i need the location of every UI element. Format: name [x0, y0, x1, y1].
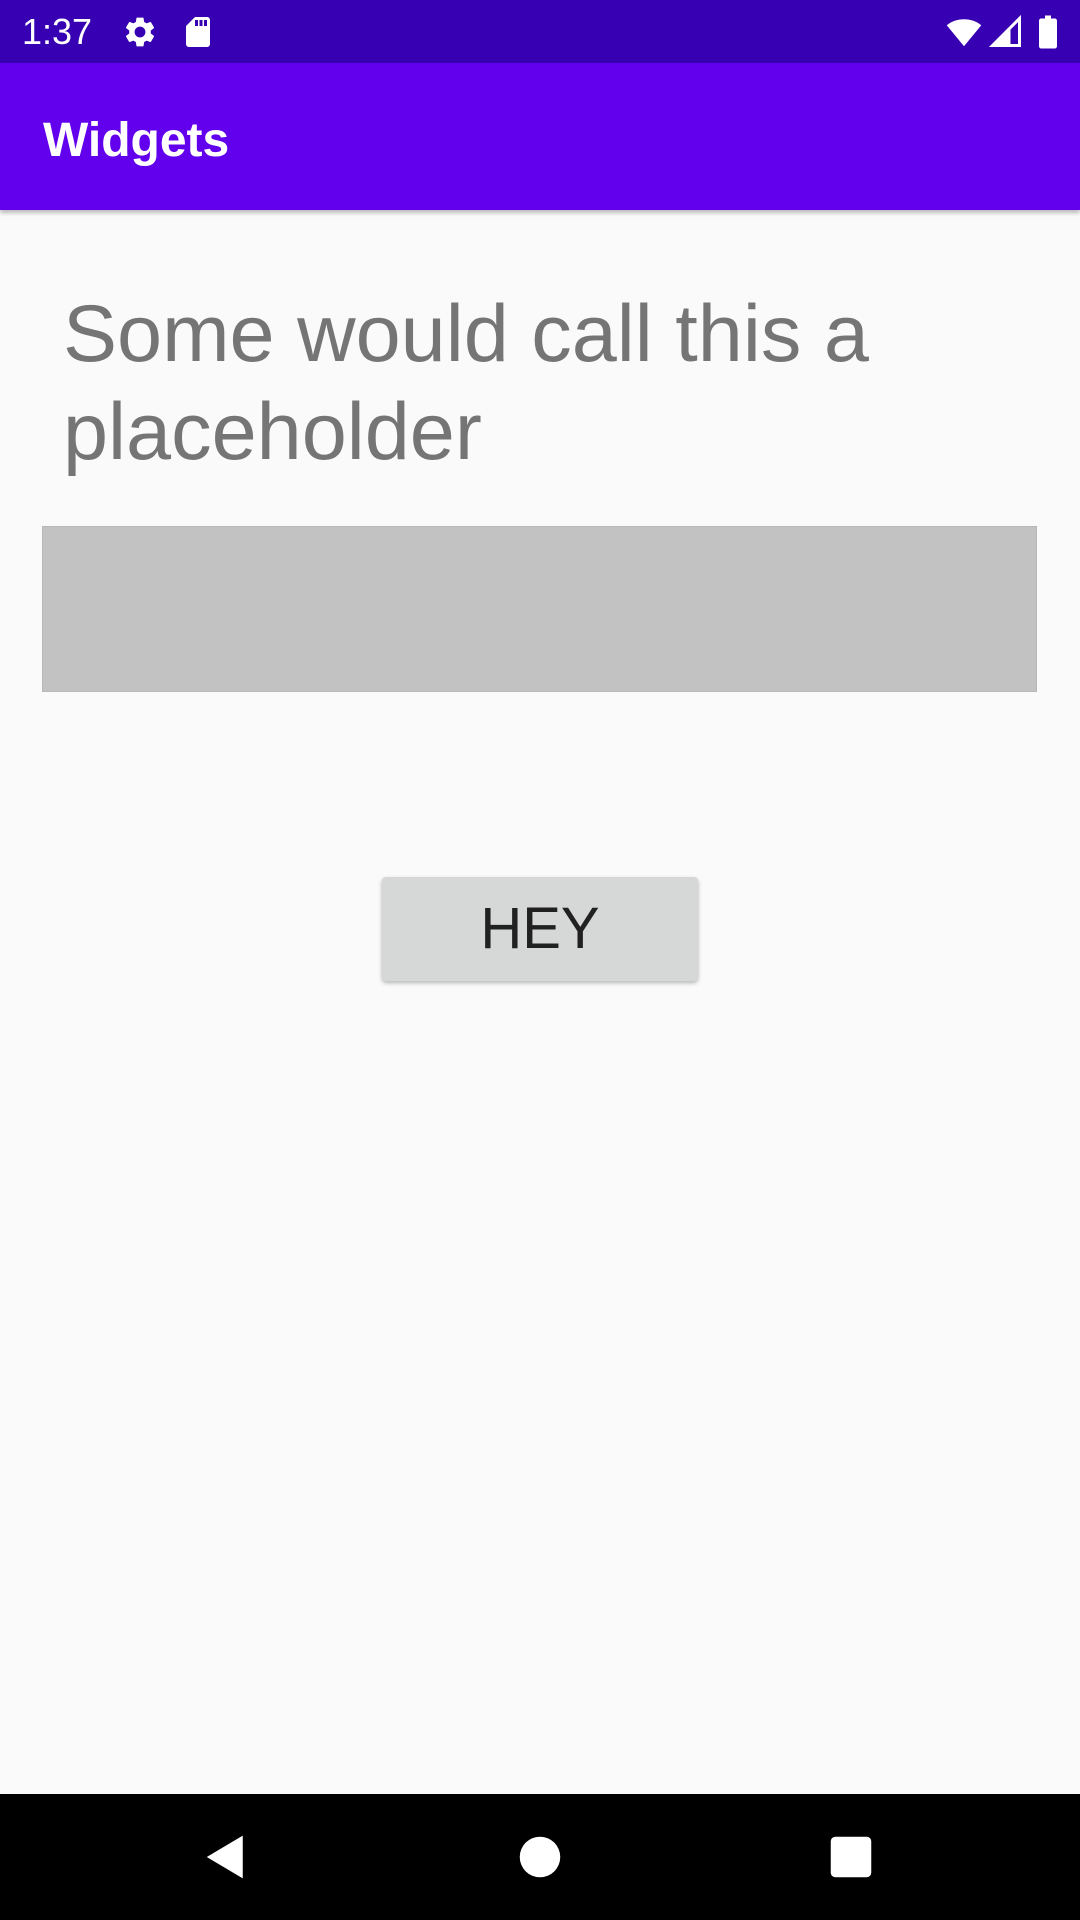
wifi-icon	[944, 14, 984, 50]
screen: 1:37 Widgets Some would call this a plac…	[0, 0, 1080, 1920]
app-bar: Widgets	[0, 63, 1080, 210]
gear-icon	[122, 14, 158, 50]
battery-icon	[1036, 14, 1060, 50]
home-icon[interactable]	[513, 1830, 567, 1884]
status-bar: 1:37	[0, 0, 1080, 63]
headline-text: Some would call this a placeholder	[63, 289, 869, 477]
signal-icon	[988, 14, 1024, 50]
back-icon[interactable]	[200, 1830, 254, 1884]
hey-button[interactable]: HEY	[382, 877, 698, 981]
placeholder-box	[42, 526, 1037, 692]
status-time: 1:37	[22, 11, 93, 52]
sd-card-icon	[180, 14, 216, 50]
recents-icon[interactable]	[824, 1830, 878, 1884]
app-title: Widgets	[43, 114, 230, 167]
